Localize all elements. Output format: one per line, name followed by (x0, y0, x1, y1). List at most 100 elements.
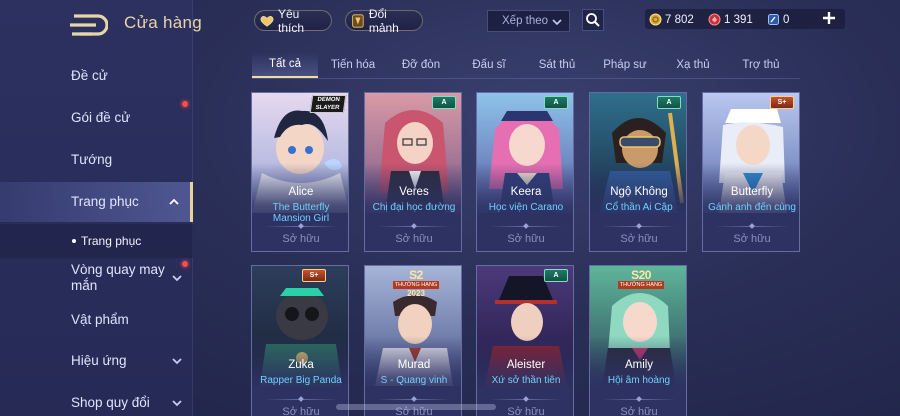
sidebar-item-label: Trang phục (71, 194, 139, 209)
scroll-indicator[interactable] (336, 404, 496, 410)
card-divider (264, 226, 338, 227)
card-divider (377, 226, 451, 227)
sort-dropdown[interactable]: Xếp theo (487, 10, 570, 32)
chevron-down-icon (172, 358, 182, 365)
skin-name: The Butterfly Mansion Girl (272, 202, 330, 224)
tab-label: Pháp sư (603, 59, 647, 71)
sidebar-item-exchange-shop[interactable]: Shop quy đổi (0, 383, 193, 416)
tab-label: Trợ thủ (742, 59, 780, 71)
sidebar-item-label: Vật phẩm (71, 312, 129, 327)
sidebar-item-lucky-spin[interactable]: Vòng quay may mắn (0, 258, 193, 298)
tab-label: Tất cả (269, 58, 301, 70)
tab-all[interactable]: Tất cả (252, 52, 318, 78)
skin-name: Rapper Big Panda (260, 375, 342, 386)
skin-card-murad[interactable]: S2 THƯỞNG HẠNG 2023 Murad S - Quang vinh… (364, 265, 462, 416)
owned-status: Sở hữu (620, 233, 658, 245)
tier-badge: S+ (770, 96, 794, 109)
sidebar-item-items[interactable]: Vật phẩm (0, 300, 193, 340)
tab-label: Tiến hóa (330, 59, 376, 71)
chevron-up-icon (169, 198, 179, 205)
skin-card-ngo-khong[interactable]: A Ngộ Không Cổ thần Ai Cập Sở hữu (589, 92, 687, 252)
card-divider (489, 399, 563, 400)
tab-support[interactable]: Trợ thủ (728, 52, 794, 78)
search-button[interactable] (582, 9, 604, 31)
hero-name: Veres (399, 186, 429, 198)
back-icon[interactable] (68, 12, 108, 38)
sidebar-item-effects[interactable]: Hiệu ứng (0, 341, 193, 381)
sidebar-item-recommended[interactable]: Đề cử (0, 56, 193, 96)
skin-card-zuka[interactable]: S+ Zuka Rapper Big Panda Sở hữu (251, 265, 349, 416)
sidebar-item-label: Tướng (71, 152, 113, 167)
sidebar-item-label: Shop quy đổi (71, 395, 150, 410)
search-icon (586, 13, 600, 27)
card-divider (489, 226, 563, 227)
shard-icon (352, 13, 364, 28)
sidebar-item-heroes[interactable]: Tướng (0, 140, 193, 180)
page-title: Cửa hàng (124, 13, 203, 32)
skin-name: S - Quang vinh (380, 375, 448, 386)
gold-coin-icon (649, 13, 662, 26)
tab-assassin[interactable]: Sát thủ (524, 52, 590, 78)
bullet-icon (72, 239, 76, 243)
gold-amount: 7 802 (665, 13, 694, 26)
exchange-shards-button[interactable]: Đổi mảnh (345, 7, 423, 35)
skin-card-alice[interactable]: DEMON SLAYER Alice The Butterfly Mansion… (251, 92, 349, 252)
voucher-amount: 0 (783, 13, 790, 26)
hero-name: Zuka (288, 359, 314, 371)
skin-card-amily[interactable]: S20 THƯỞNG HẠNG Amily Hội âm hoàng Sở hữ… (589, 265, 687, 416)
skin-name: Xứ sở thần tiên (491, 375, 561, 386)
tab-tank[interactable]: Đỡ đòn (388, 52, 454, 78)
skin-card-butterfly[interactable]: S+ Butterfly Gánh anh đến cùng Sở hữu (702, 92, 800, 252)
skin-name: Gánh anh đến cùng (708, 202, 796, 213)
add-currency-plus-icon[interactable] (821, 10, 837, 26)
wishlist-label: Yêu thích (277, 6, 304, 35)
tier-badge: A (544, 96, 568, 109)
tier-badge: A (544, 269, 568, 282)
chevron-down-icon (552, 19, 562, 26)
sidebar-item-label: Gói đề cử (71, 110, 131, 125)
sidebar-item-skins[interactable]: Trang phục (0, 182, 193, 222)
hero-name: Murad (397, 359, 431, 371)
hero-name: Amily (624, 359, 654, 371)
tier-badge: A (657, 96, 681, 109)
gold-currency: 7 802 (649, 12, 694, 27)
tab-label: Sát thủ (538, 59, 576, 71)
season-rank-badge: S2 THƯỞNG HẠNG 2023 (393, 268, 439, 298)
hero-name: Alice (288, 186, 314, 198)
tab-label: Xạ thủ (676, 59, 710, 71)
tab-label: Đỡ đòn (401, 59, 441, 71)
hero-name: Butterfly (730, 186, 774, 198)
exchange-label: Đổi mảnh (368, 6, 399, 35)
tab-evolution[interactable]: Tiến hóa (320, 52, 386, 78)
wishlist-button[interactable]: Yêu thích (254, 7, 332, 35)
notification-dot (182, 101, 188, 107)
skin-card-keera[interactable]: A Keera Học viện Carano Sở hữu (476, 92, 574, 252)
sidebar-item-bundles[interactable]: Gói đề cử (0, 98, 193, 138)
tab-mage[interactable]: Pháp sư (592, 52, 658, 78)
owned-status: Sở hữu (282, 406, 320, 416)
skin-name: Cổ thần Ai Cập (605, 202, 673, 213)
gem-icon (708, 13, 721, 26)
sidebar: Cửa hàng Đề cử Gói đề cử Tướng Trang phụ… (0, 0, 202, 416)
sidebar-item-label: Vòng quay may mắn (71, 262, 165, 293)
owned-status: Sở hữu (507, 233, 545, 245)
skin-card-aleister[interactable]: A Aleister Xứ sở thần tiên Sở hữu (476, 265, 574, 416)
tab-fighter[interactable]: Đấu sĩ (456, 52, 522, 78)
card-divider (715, 226, 789, 227)
sidebar-item-label: Đề cử (71, 68, 108, 83)
tier-badge: S+ (302, 269, 326, 282)
voucher-icon (768, 14, 779, 25)
sidebar-subitem-skins[interactable]: Trang phục (0, 224, 193, 258)
owned-status: Sở hữu (620, 406, 658, 416)
tab-marksman[interactable]: Xạ thủ (660, 52, 726, 78)
hero-name: Keera (510, 186, 542, 198)
sidebar-subitem-label: Trang phục (81, 234, 142, 248)
skin-name: Học viện Carano (488, 202, 564, 213)
category-tabs: Tất cả Tiến hóa Đỡ đòn Đấu sĩ Sát thủ Ph… (252, 52, 800, 79)
card-divider (377, 399, 451, 400)
owned-status: Sở hữu (395, 233, 433, 245)
notification-dot (182, 261, 188, 267)
skin-card-veres[interactable]: A Veres Chị đại học đường Sở hữu (364, 92, 462, 252)
hero-name: Aleister (506, 359, 546, 371)
tab-label: Đấu sĩ (472, 59, 506, 71)
